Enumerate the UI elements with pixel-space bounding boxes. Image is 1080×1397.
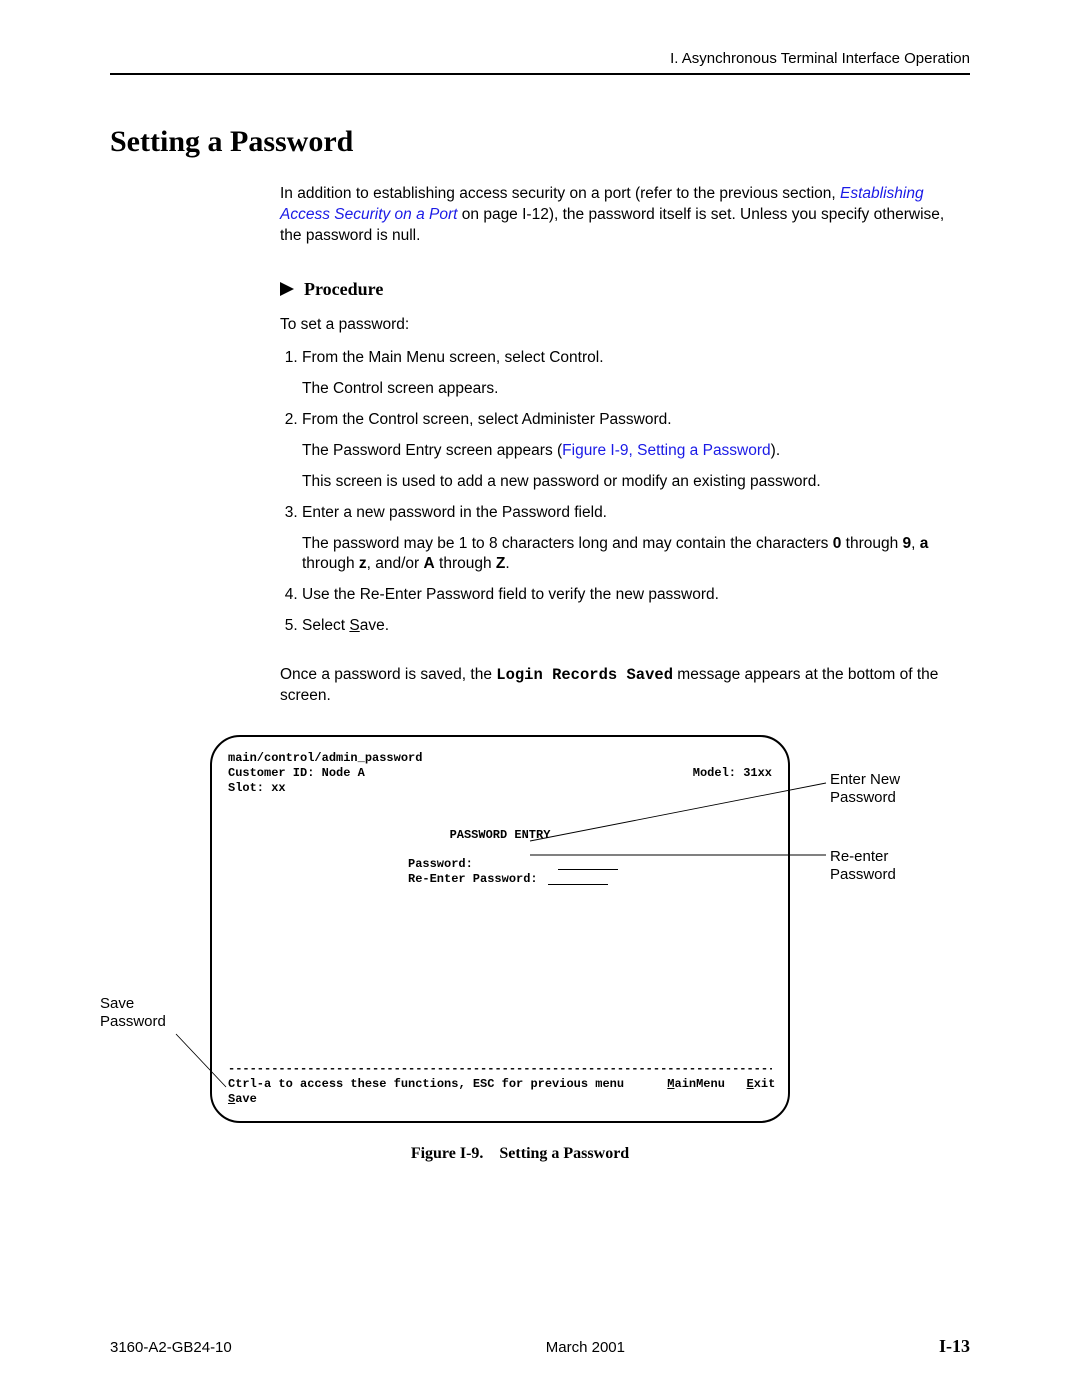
step-2-text: From the Control screen, select Administ… xyxy=(302,411,672,428)
figure-terminal: main/control/admin_password Customer ID:… xyxy=(190,735,970,1163)
mainmenu-option[interactable]: MainMenu xyxy=(667,1077,725,1092)
terminal-title: PASSWORD ENTRY xyxy=(228,828,772,843)
callout-save-password: Save Password xyxy=(100,995,190,1031)
footer-page-number: I-13 xyxy=(939,1336,970,1357)
terminal-separator: ----------------------------------------… xyxy=(228,1062,772,1077)
callout-reenter-password: Re-enter Password xyxy=(830,848,950,884)
step-3-text: Enter a new password in the Password fie… xyxy=(302,504,607,521)
mainmenu-rest: ainMenu xyxy=(675,1077,725,1091)
terminal-save-row[interactable]: Save xyxy=(228,1092,772,1107)
intro-pre: In addition to establishing access secur… xyxy=(280,185,840,202)
terminal-help-row: Ctrl-a to access these functions, ESC fo… xyxy=(228,1077,772,1092)
terminal-model: Model: 31xx xyxy=(693,766,772,781)
running-header: I. Asynchronous Terminal Interface Opera… xyxy=(110,50,970,67)
step-2b-post: ). xyxy=(771,442,780,459)
footer-date: March 2001 xyxy=(546,1339,625,1356)
s3b-e: , xyxy=(911,535,920,552)
step-1-result: The Control screen appears. xyxy=(302,379,970,400)
figure-caption: Figure I-9. Setting a Password xyxy=(210,1145,830,1163)
terminal-screen: main/control/admin_password Customer ID:… xyxy=(210,735,790,1123)
step-2: From the Control screen, select Administ… xyxy=(302,410,970,493)
step-1-text: From the Main Menu screen, select Contro… xyxy=(302,349,604,366)
exit-rest: xit xyxy=(754,1077,776,1091)
step-3-note: The password may be 1 to 8 characters lo… xyxy=(302,534,970,576)
step-5-a: Select xyxy=(302,617,349,634)
s3b-l: Z xyxy=(496,555,505,572)
s3b-f: a xyxy=(920,535,929,552)
header-rule xyxy=(110,73,970,75)
exit-e: E xyxy=(747,1077,754,1091)
step-5: Select Save. xyxy=(302,616,970,637)
s3b-i: , and/or xyxy=(367,555,424,572)
terminal-slot: Slot: xx xyxy=(228,781,772,796)
step-5-c: ave. xyxy=(360,617,389,634)
terminal-path: main/control/admin_password xyxy=(228,751,772,766)
reenter-label: Re-Enter Password: xyxy=(408,872,538,887)
s3b-j: A xyxy=(424,555,435,572)
step-1: From the Main Menu screen, select Contro… xyxy=(302,348,970,400)
step-3: Enter a new password in the Password fie… xyxy=(302,503,970,576)
page-title: Setting a Password xyxy=(110,125,970,159)
s3b-d: 9 xyxy=(903,535,912,552)
callout-enter-new-password: Enter New Password xyxy=(830,771,950,807)
step-2b-pre: The Password Entry screen appears ( xyxy=(302,442,562,459)
terminal-customer: Customer ID: Node A xyxy=(228,766,365,781)
page-footer: 3160-A2-GB24-10 March 2001 I-13 xyxy=(110,1336,970,1357)
step-4: Use the Re-Enter Password field to verif… xyxy=(302,585,970,606)
after-b: Login Records Saved xyxy=(496,666,673,684)
reenter-field-row: Re-Enter Password: xyxy=(408,872,772,887)
s3b-m: . xyxy=(505,555,509,572)
s3b-h: z xyxy=(359,555,367,572)
s3b-g: through xyxy=(302,555,359,572)
step-5-b: S xyxy=(349,617,359,634)
s3b-k: through xyxy=(435,555,496,572)
procedure-steps: From the Main Menu screen, select Contro… xyxy=(280,348,970,637)
figure-link[interactable]: Figure I-9, Setting a Password xyxy=(562,442,771,459)
figure-title: Setting a Password xyxy=(499,1145,629,1162)
terminal-help-text: Ctrl-a to access these functions, ESC fo… xyxy=(228,1077,624,1092)
figure-number: Figure I-9. xyxy=(411,1145,484,1162)
triangle-right-icon xyxy=(280,282,296,296)
password-label: Password: xyxy=(408,857,473,872)
after-paragraph: Once a password is saved, the Login Reco… xyxy=(280,665,970,707)
exit-option[interactable]: Exit xyxy=(747,1077,776,1092)
s3b-c: through xyxy=(841,535,902,552)
intro-paragraph: In addition to establishing access secur… xyxy=(280,184,970,247)
after-a: Once a password is saved, the xyxy=(280,666,496,683)
procedure-lead: To set a password: xyxy=(280,315,970,336)
step-2-result: The Password Entry screen appears (Figur… xyxy=(302,441,970,462)
procedure-label: Procedure xyxy=(304,277,383,301)
step-2-note: This screen is used to add a new passwor… xyxy=(302,472,970,493)
mainmenu-m: M xyxy=(667,1077,674,1091)
reenter-input[interactable] xyxy=(548,870,608,885)
password-input[interactable] xyxy=(558,855,618,870)
procedure-heading: Procedure xyxy=(280,277,970,301)
save-ave: ave xyxy=(235,1092,257,1106)
step-4-text: Use the Re-Enter Password field to verif… xyxy=(302,586,719,603)
s3b-a: The password may be 1 to 8 characters lo… xyxy=(302,535,833,552)
footer-doc-id: 3160-A2-GB24-10 xyxy=(110,1339,232,1356)
